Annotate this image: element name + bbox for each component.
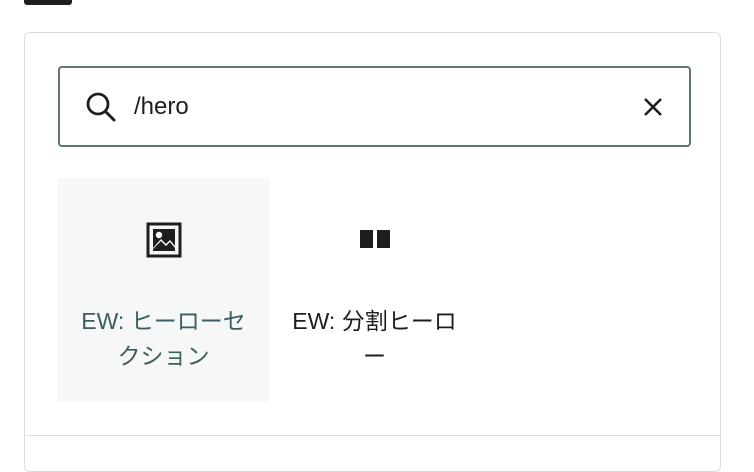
clear-search-button[interactable]	[633, 87, 673, 127]
search-icon	[86, 92, 116, 121]
search-input[interactable]	[134, 86, 633, 127]
close-icon	[644, 97, 662, 116]
block-result-split-hero[interactable]: EW: 分割ヒーロー	[269, 178, 480, 402]
block-results-list: EW: ヒーローセクション EW: 分割ヒーロー	[58, 178, 480, 402]
block-result-label: EW: ヒーローセクション	[81, 308, 246, 369]
block-inserter-panel: EW: ヒーローセクション EW: 分割ヒーロー	[24, 32, 721, 472]
search-box[interactable]	[58, 66, 691, 147]
columns-icon	[357, 222, 393, 258]
toolbar-tab	[24, 0, 72, 5]
block-result-label: EW: 分割ヒーロー	[292, 308, 457, 369]
panel-divider	[25, 435, 720, 436]
image-icon	[146, 222, 182, 258]
block-result-hero-section[interactable]: EW: ヒーローセクション	[58, 178, 269, 402]
